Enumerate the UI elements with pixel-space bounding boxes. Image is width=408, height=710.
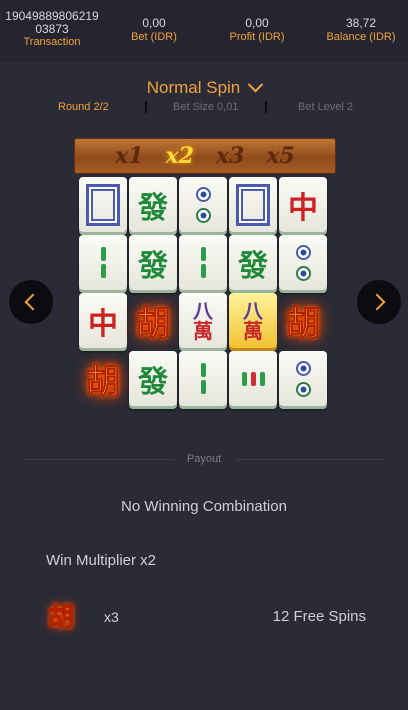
tile-bamboo-3 (229, 351, 277, 406)
green-dragon-symbol: 發 (138, 364, 168, 400)
circle-dot-icon (295, 381, 311, 397)
reel-grid: 發中發發中胡八萬八萬胡胡發 (79, 177, 334, 413)
next-round-button[interactable] (357, 280, 401, 324)
tile-green-dragon: 發 (229, 235, 277, 290)
multiplier-x3: x3 (216, 143, 245, 169)
multiplier-bar: x1 x2 x3 x5 (74, 138, 336, 174)
chevron-left-icon (24, 293, 42, 311)
circle-icon (295, 360, 311, 397)
profit-info: 0,00 Profit (IDR) (222, 16, 292, 44)
tile-wild: 胡 (279, 293, 327, 348)
tile-circle-2 (279, 351, 327, 406)
bamboo-icon (200, 247, 206, 278)
bamboo-icon (100, 247, 106, 278)
payout-label: Payout (186, 453, 222, 465)
tile-wild: 胡 (79, 351, 127, 406)
green-dragon-symbol: 發 (138, 248, 168, 284)
payout-result: No Winning Combination (121, 498, 287, 515)
wild-symbol: 胡 (86, 362, 121, 403)
tile-bamboo-2 (79, 235, 127, 290)
bamboo-stick-icon (100, 264, 106, 278)
free-spins-award: 12 Free Spins (272, 608, 366, 625)
circle-dot-icon (195, 186, 211, 202)
multiplier-x5: x5 (266, 143, 295, 169)
transaction-label: Transaction (23, 36, 81, 48)
scatter-symbol-icon: 胡 (47, 603, 75, 634)
character-wan: 萬 (243, 318, 263, 343)
bet-value: 0,00 (142, 16, 166, 30)
tile-green-dragon: 發 (129, 235, 177, 290)
character-symbol: 八萬 (243, 301, 263, 341)
tile-wild: 胡 (129, 293, 177, 348)
balance-info: 38,72 Balance (IDR) (322, 16, 400, 44)
bamboo-stick-icon (100, 247, 106, 261)
win-multiplier: Win Multiplier x2 (46, 552, 157, 569)
tile-green-dragon: 發 (129, 177, 177, 232)
bamboo-stick-icon (250, 371, 256, 386)
bet-label: Bet (IDR) (131, 31, 177, 43)
spin-type-dropdown[interactable]: Normal Spin (0, 76, 408, 98)
bamboo-stick-icon (200, 380, 206, 394)
profit-value: 0,00 (245, 16, 269, 30)
bamboo-stick-icon (259, 371, 265, 386)
balance-value: 38,72 (345, 16, 377, 30)
separator (265, 101, 267, 113)
multiplier-x2: x2 (165, 143, 194, 169)
bamboo-stick-icon (241, 371, 247, 386)
red-dragon-symbol: 中 (88, 306, 118, 342)
circle-icon (195, 186, 211, 223)
white-dragon-icon (236, 183, 270, 226)
tile-circle-2 (279, 235, 327, 290)
green-dragon-symbol: 發 (138, 190, 168, 226)
summary-bar: 1904988980621903873 Transaction 0,00 Bet… (0, 0, 408, 62)
character-number: 八 (243, 298, 263, 323)
bet-info: 0,00 Bet (IDR) (124, 16, 184, 44)
tile-bamboo-2 (179, 351, 227, 406)
bamboo-icon (241, 371, 265, 386)
red-dragon-symbol: 中 (288, 190, 318, 226)
wild-symbol: 胡 (136, 304, 171, 345)
tile-bamboo-2 (179, 235, 227, 290)
multiplier-x1: x1 (115, 143, 144, 169)
bamboo-stick-icon (200, 363, 206, 377)
tile-character-8-gold: 八萬 (229, 293, 277, 348)
spin-type-label: Normal Spin (146, 78, 241, 97)
white-dragon-icon (86, 183, 120, 226)
separator (145, 101, 147, 113)
chevron-right-icon (368, 293, 386, 311)
tile-green-dragon: 發 (129, 351, 177, 406)
circle-dot-icon (195, 207, 211, 223)
character-symbol: 八萬 (193, 301, 213, 341)
tile-white-dragon (79, 177, 127, 232)
bamboo-stick-icon (200, 247, 206, 261)
tile-red-dragon: 中 (79, 293, 127, 348)
transaction-info: 1904988980621903873 Transaction (4, 10, 100, 49)
round-indicator: Round 2/2 (58, 101, 109, 113)
green-dragon-symbol: 發 (238, 248, 268, 284)
transaction-id: 1904988980621903873 (5, 9, 99, 36)
scatter-count: x3 (104, 609, 119, 625)
bet-size: Bet Size 0,01 (173, 101, 239, 113)
character-wan: 萬 (193, 318, 213, 343)
profit-label: Profit (IDR) (229, 31, 285, 43)
tile-white-dragon (229, 177, 277, 232)
balance-label: Balance (IDR) (326, 31, 396, 43)
previous-round-button[interactable] (9, 280, 53, 324)
tile-circle-2 (179, 177, 227, 232)
bet-level: Bet Level 2 (298, 101, 354, 113)
wild-symbol: 胡 (286, 304, 321, 345)
circle-dot-icon (295, 265, 311, 281)
bamboo-icon (200, 363, 206, 394)
circle-icon (295, 244, 311, 281)
circle-dot-icon (295, 244, 311, 260)
tile-character-8: 八萬 (179, 293, 227, 348)
bamboo-stick-icon (200, 264, 206, 278)
chevron-down-icon (247, 76, 264, 93)
tile-red-dragon: 中 (279, 177, 327, 232)
circle-dot-icon (295, 360, 311, 376)
character-number: 八 (193, 298, 213, 323)
